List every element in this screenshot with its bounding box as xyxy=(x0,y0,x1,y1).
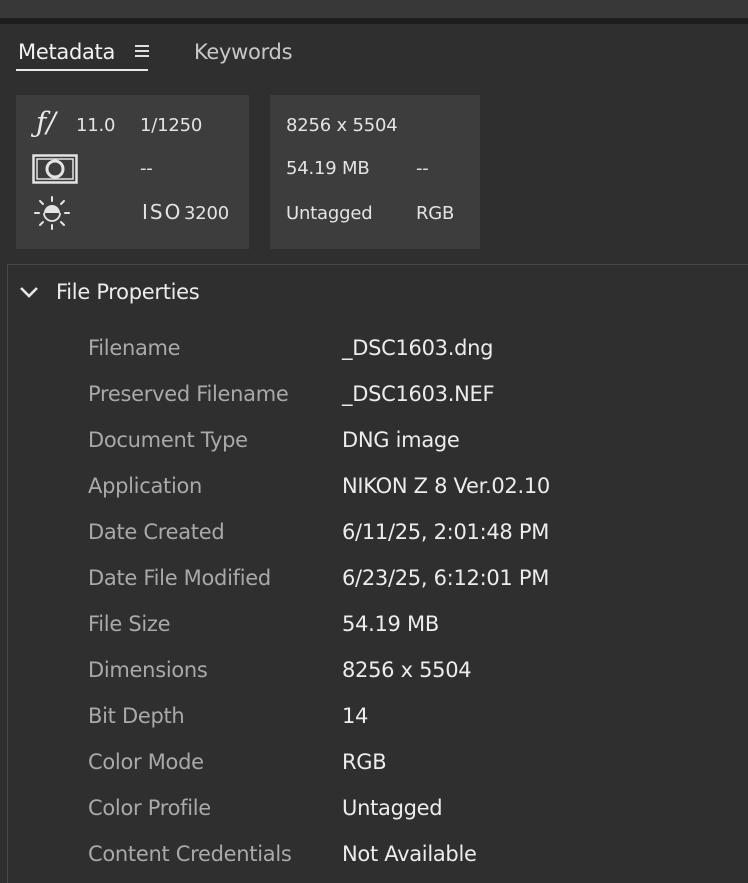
metering-value: -- xyxy=(140,158,153,179)
row-label-bit-depth: Bit Depth xyxy=(88,704,185,728)
file-properties-header[interactable]: File Properties xyxy=(18,280,200,304)
chevron-down-icon[interactable] xyxy=(18,281,40,303)
row-label-dimensions: Dimensions xyxy=(88,658,208,682)
aperture-f-icon: ƒ/ xyxy=(36,106,56,139)
row-label-filename: Filename xyxy=(88,336,181,360)
row-label-preserved-filename: Preserved Filename xyxy=(88,382,289,406)
tab-metadata-label: Metadata xyxy=(18,40,116,64)
row-value-date-created: 6/11/25, 2:01:48 PM xyxy=(342,520,550,544)
row-value-application: NIKON Z 8 Ver.02.10 xyxy=(342,474,550,498)
white-balance-sun-icon xyxy=(34,196,70,230)
row-value-content-credentials: Not Available xyxy=(342,842,477,866)
row-label-document-type: Document Type xyxy=(88,428,248,452)
shutter-speed-value: 1/1250 xyxy=(140,115,203,136)
file-size-value: 54.19 MB xyxy=(286,158,370,179)
row-value-document-type: DNG image xyxy=(342,428,460,452)
row-label-color-mode: Color Mode xyxy=(88,750,204,774)
row-label-date-created: Date Created xyxy=(88,520,225,544)
color-mode-value: RGB xyxy=(416,203,455,224)
row-value-filename: _DSC1603.dng xyxy=(342,336,494,360)
color-profile-value: Untagged xyxy=(286,203,373,224)
row-label-color-profile: Color Profile xyxy=(88,796,211,820)
row-label-content-credentials: Content Credentials xyxy=(88,842,292,866)
row-value-bit-depth: 14 xyxy=(342,704,369,728)
aperture-value: 11.0 xyxy=(76,115,116,136)
tab-keywords-label: Keywords xyxy=(194,40,293,64)
tab-metadata[interactable]: Metadata xyxy=(18,38,151,66)
row-value-preserved-filename: _DSC1603.NEF xyxy=(342,382,495,406)
section-title: File Properties xyxy=(56,280,200,304)
window-top-bar xyxy=(0,0,748,18)
metering-icon xyxy=(32,154,78,184)
row-value-dimensions: 8256 x 5504 xyxy=(342,658,472,682)
iso-value: 3200 xyxy=(184,203,230,224)
tab-keywords[interactable]: Keywords xyxy=(194,38,293,66)
row-value-color-mode: RGB xyxy=(342,750,387,774)
panel-divider xyxy=(0,18,748,24)
row-value-file-size: 54.19 MB xyxy=(342,612,439,636)
extra-value: -- xyxy=(416,158,429,179)
row-label-date-modified: Date File Modified xyxy=(88,566,271,590)
row-value-color-profile: Untagged xyxy=(342,796,443,820)
row-value-date-modified: 6/23/25, 6:12:01 PM xyxy=(342,566,550,590)
row-label-file-size: File Size xyxy=(88,612,171,636)
row-label-application: Application xyxy=(88,474,203,498)
active-tab-indicator xyxy=(16,69,148,71)
hamburger-menu-icon[interactable] xyxy=(133,44,151,58)
dimensions-value: 8256 x 5504 xyxy=(286,115,398,136)
iso-label: ISO xyxy=(142,200,183,224)
